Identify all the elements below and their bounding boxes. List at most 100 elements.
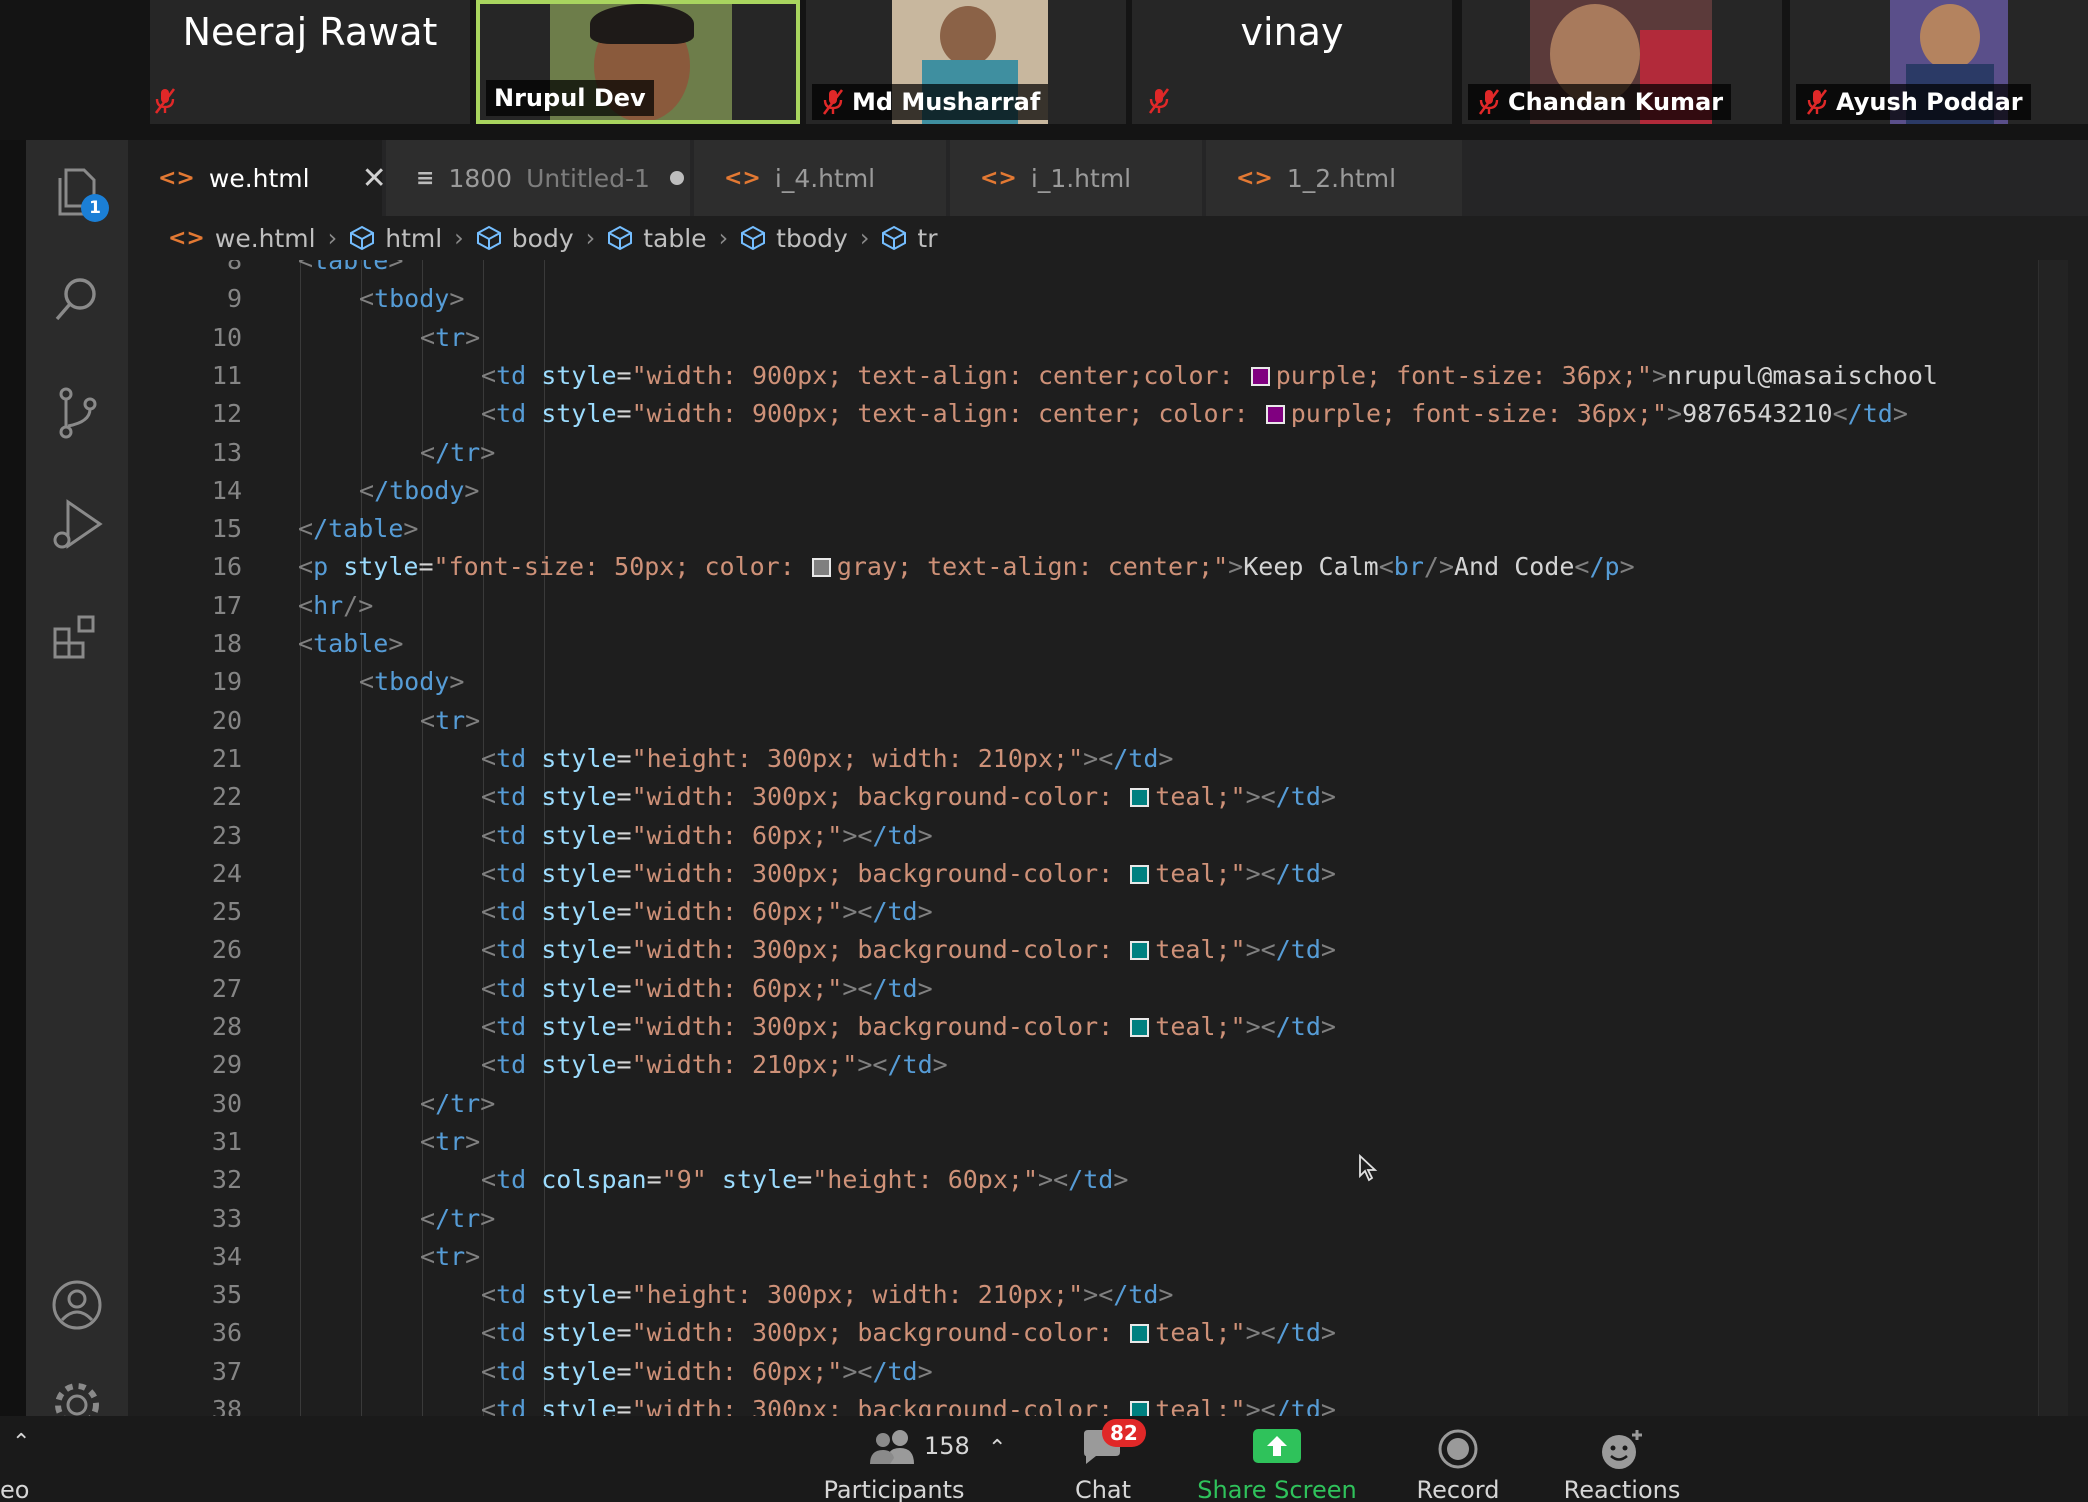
code-line[interactable]: 14 </tbody> <box>128 472 2068 510</box>
record-icon <box>1438 1429 1478 1469</box>
code-text: <table> <box>298 629 404 658</box>
element-cube-icon <box>882 225 907 251</box>
code-text: <tr> <box>420 1126 481 1156</box>
code-line[interactable]: 9 <tbody> <box>128 280 2068 318</box>
code-text: <tbody> <box>359 667 465 697</box>
breadcrumb-html[interactable]: html <box>349 224 442 253</box>
code-line[interactable]: 34 <tr> <box>128 1238 2068 1276</box>
editor-scrollbar[interactable] <box>2038 260 2068 1416</box>
participant-tile[interactable]: Ayush Poddar <box>1790 0 2088 124</box>
color-swatch[interactable] <box>1130 788 1150 808</box>
code-line[interactable]: 17 <hr/> <box>128 587 2068 625</box>
tab-i-1-html[interactable]: <> i_1.html <box>950 140 1202 216</box>
color-swatch[interactable] <box>1130 941 1150 961</box>
code-line[interactable]: 33 </tr> <box>128 1200 2068 1238</box>
breadcrumb-label: we.html <box>214 223 316 253</box>
participants-button[interactable]: 158 Participants <box>812 1416 976 1502</box>
code-line[interactable]: 24 <td style="width: 300px; background-co… <box>128 855 2068 893</box>
share-screen-label: Share Screen <box>1197 1476 1357 1502</box>
code-line[interactable]: 21 <td style="height: 300px; width: 210px… <box>128 740 2068 778</box>
color-swatch[interactable] <box>1130 1324 1150 1344</box>
tab-we-html[interactable]: <> we.html ✕ <box>128 140 387 216</box>
extensions-icon[interactable] <box>48 608 106 666</box>
record-button[interactable]: Record <box>1408 1416 1508 1502</box>
participant-name: Chandan Kumar <box>1508 88 1724 116</box>
tab-i-4-html[interactable]: <> i_4.html <box>694 140 946 216</box>
code-text: <tr> <box>420 322 481 352</box>
participant-label: Nrupul Dev <box>486 80 654 116</box>
participant-name: Md Musharraf <box>852 88 1041 116</box>
color-swatch[interactable] <box>1130 1401 1150 1416</box>
line-number: 15 <box>211 514 242 544</box>
participant-label: Ayush Poddar <box>1796 84 2031 120</box>
color-swatch[interactable] <box>1130 1018 1150 1037</box>
code-line[interactable]: 13 </tr> <box>128 434 2068 472</box>
code-line[interactable]: 23 <td style="width: 60px;"></td> <box>128 817 2068 855</box>
video-button-label-fragment[interactable]: eo <box>0 1476 29 1502</box>
code-text: <td style="width: 300px; background-colo… <box>481 1012 1336 1041</box>
participant-tile[interactable]: Chandan Kumar <box>1462 0 1782 124</box>
code-text: <td style="width: 60px;"></td> <box>481 820 933 850</box>
code-text: </tr> <box>420 1088 496 1118</box>
code-editor[interactable]: 8 <table> 9 <tbody> 10 <tr> 11 <td style="width… <box>128 260 2068 1416</box>
code-line[interactable]: 26 <td style="width: 300px; background-co… <box>128 931 2068 969</box>
color-swatch[interactable] <box>1250 366 1270 386</box>
share-screen-button[interactable]: Share Screen <box>1194 1416 1360 1502</box>
code-line[interactable]: 12 <td style="width: 900px; text-align: c… <box>128 395 2068 433</box>
run-debug-icon[interactable] <box>48 496 106 554</box>
code-line[interactable]: 10 <tr> <box>128 319 2068 357</box>
code-line[interactable]: 22 <td style="width: 300px; background-co… <box>128 778 2068 816</box>
participant-tile-active-speaker[interactable]: Nrupul Dev <box>476 0 800 124</box>
code-line[interactable]: 29 <td style="width: 210px;"></td> <box>128 1046 2068 1084</box>
code-line[interactable]: 19 <tbody> <box>128 663 2068 701</box>
meeting-toolbar: ⌃ eo 158 Participants ⌃ 82 Chat Share Sc… <box>0 1416 2088 1502</box>
breadcrumb-body[interactable]: body <box>476 224 574 253</box>
line-number: 16 <box>211 552 242 582</box>
source-control-icon[interactable] <box>48 384 106 442</box>
code-line[interactable]: 38 <td style="width: 300px; background-co… <box>128 1391 2068 1416</box>
breadcrumb-label: html <box>385 223 443 253</box>
code-line[interactable]: 25 <td style="width: 60px;"></td> <box>128 893 2068 931</box>
code-line[interactable]: 11 <td style="width: 900px; text-align: c… <box>128 357 2068 395</box>
code-line[interactable]: 30 </tr> <box>128 1085 2068 1123</box>
code-line[interactable]: 36 <td style="width: 300px; background-co… <box>128 1314 2068 1352</box>
breadcrumb-tbody[interactable]: tbody <box>740 224 848 253</box>
code-line[interactable]: 37 <td style="width: 60px;"></td> <box>128 1353 2068 1391</box>
tab-1-2-html[interactable]: <> 1_2.html <box>1206 140 1462 216</box>
code-line[interactable]: 16 <p style="font-size: 50px; color: gray… <box>128 548 2068 586</box>
code-line[interactable]: 18 <table> <box>128 625 2068 663</box>
chevron-up-icon[interactable]: ⌃ <box>988 1436 1006 1461</box>
color-swatch[interactable] <box>1130 864 1150 884</box>
code-line[interactable]: 35 <td style="height: 300px; width: 210px… <box>128 1276 2068 1314</box>
close-icon[interactable]: ✕ <box>362 161 387 196</box>
breadcrumb-file[interactable]: <> we.html <box>168 224 316 253</box>
participant-tile[interactable]: vinay <box>1132 0 1452 124</box>
search-icon[interactable] <box>48 270 106 328</box>
muted-mic-icon <box>1476 87 1502 117</box>
breadcrumb: <> we.html › html › body › table › tbody… <box>128 216 2088 260</box>
tab-untitled-1[interactable]: ≡ 1800 Untitled-1 <box>386 140 690 216</box>
chevron-up-icon[interactable]: ⌃ <box>12 1430 30 1455</box>
code-line[interactable]: 20 <tr> <box>128 702 2068 740</box>
participant-tile[interactable]: Md Musharraf <box>806 0 1126 124</box>
code-text: <hr/> <box>298 590 374 620</box>
chat-button[interactable]: 82 Chat <box>1060 1416 1146 1502</box>
breadcrumb-label: table <box>643 223 707 253</box>
accounts-icon[interactable] <box>48 1276 106 1334</box>
reactions-button[interactable]: Reactions <box>1560 1416 1684 1502</box>
code-line[interactable]: 27 <td style="width: 60px;"></td> <box>128 970 2068 1008</box>
code-line[interactable]: 32 <td colspan="9" style="height: 60px;">… <box>128 1161 2068 1199</box>
breadcrumb-tr[interactable]: tr <box>881 224 938 253</box>
color-swatch[interactable] <box>1265 405 1285 425</box>
code-text: </table> <box>298 514 419 544</box>
code-line[interactable]: 28 <td style="width: 300px; background-co… <box>128 1008 2068 1046</box>
chat-unread-badge: 82 <box>1102 1419 1146 1447</box>
breadcrumb-table[interactable]: table <box>607 223 707 253</box>
code-text: <table> <box>298 260 404 275</box>
editor-tab-bar: <> we.html ✕ ≡ 1800 Untitled-1 <> i_4.ht… <box>128 140 2088 216</box>
code-line[interactable]: 31 <tr> <box>128 1123 2068 1161</box>
color-swatch[interactable] <box>811 558 831 578</box>
code-line[interactable]: 8 <table> <box>128 260 2068 280</box>
code-line[interactable]: 15 </table> <box>128 510 2068 548</box>
participant-tile[interactable]: Neeraj Rawat <box>150 0 470 124</box>
